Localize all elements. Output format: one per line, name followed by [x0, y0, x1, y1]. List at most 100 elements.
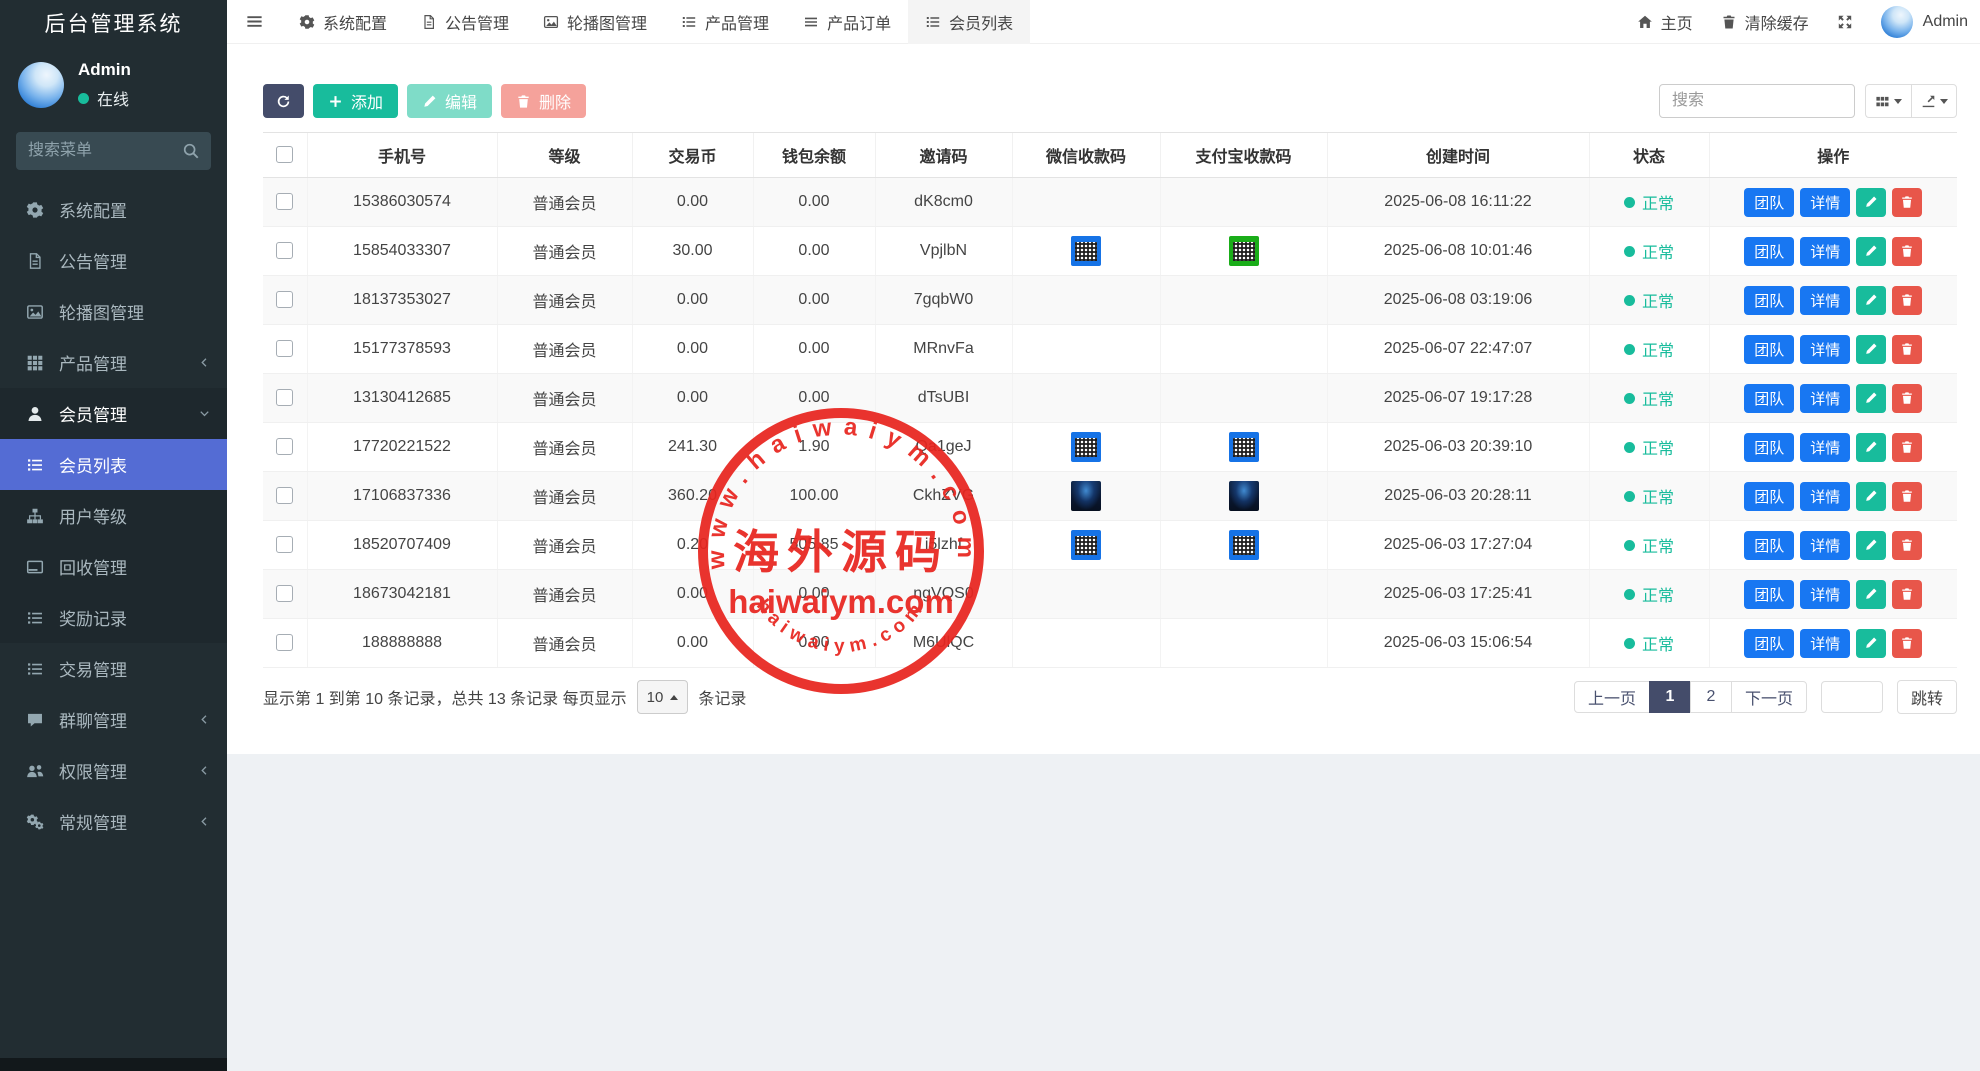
detail-button[interactable]: 详情 — [1800, 580, 1850, 609]
sidebar-item-user-level[interactable]: 用户等级 — [0, 490, 227, 541]
team-button[interactable]: 团队 — [1744, 384, 1794, 413]
page-size-dropdown[interactable]: 10 — [637, 680, 689, 714]
row-checkbox[interactable] — [276, 242, 293, 259]
edit-row-button[interactable] — [1856, 286, 1886, 315]
edit-row-button[interactable] — [1856, 433, 1886, 462]
row-checkbox[interactable] — [276, 340, 293, 357]
detail-button[interactable]: 详情 — [1800, 482, 1850, 511]
page-jump-input[interactable] — [1821, 681, 1883, 713]
edit-row-button[interactable] — [1856, 531, 1886, 560]
page-jump-button[interactable]: 跳转 — [1897, 680, 1957, 714]
hamburger-icon[interactable] — [227, 0, 282, 43]
edit-row-button[interactable] — [1856, 237, 1886, 266]
sidebar-item-banner[interactable]: 轮播图管理 — [0, 286, 227, 337]
detail-button[interactable]: 详情 — [1800, 335, 1850, 364]
detail-button[interactable]: 详情 — [1800, 531, 1850, 560]
wechat-qr-thumbnail[interactable] — [1071, 530, 1101, 560]
tab-product-order[interactable]: 产品订单 — [786, 0, 908, 44]
detail-button[interactable]: 详情 — [1800, 188, 1850, 217]
row-checkbox[interactable] — [276, 193, 293, 210]
edit-row-button[interactable] — [1856, 580, 1886, 609]
edit-button[interactable]: 编辑 — [407, 84, 492, 118]
edit-row-button[interactable] — [1856, 384, 1886, 413]
page-button-2[interactable]: 2 — [1690, 681, 1732, 713]
sidebar-item-permission[interactable]: 权限管理 — [0, 745, 227, 796]
detail-button[interactable]: 详情 — [1800, 286, 1850, 315]
sidebar-item-group-chat[interactable]: 群聊管理 — [0, 694, 227, 745]
delete-row-button[interactable] — [1892, 286, 1922, 315]
alipay-qr-thumbnail[interactable] — [1229, 432, 1259, 462]
edit-row-button[interactable] — [1856, 629, 1886, 658]
sidebar-item-system-config[interactable]: 系统配置 — [0, 184, 227, 235]
sidebar-item-member[interactable]: 会员管理 — [0, 388, 227, 439]
delete-row-button[interactable] — [1892, 335, 1922, 364]
refresh-button[interactable] — [263, 84, 304, 118]
team-button[interactable]: 团队 — [1744, 629, 1794, 658]
columns-dropdown-button[interactable] — [1865, 84, 1911, 118]
sidebar-item-label: 系统配置 — [59, 197, 127, 222]
sidebar-item-member-list[interactable]: 会员列表 — [0, 439, 227, 490]
topbar-user[interactable]: Admin — [1881, 6, 1968, 38]
team-button[interactable]: 团队 — [1744, 188, 1794, 217]
delete-row-button[interactable] — [1892, 531, 1922, 560]
table-search-input[interactable] — [1659, 84, 1855, 118]
cell-level: 普通会员 — [497, 423, 632, 472]
alipay-qr-thumbnail[interactable] — [1229, 481, 1259, 511]
row-checkbox[interactable] — [276, 634, 293, 651]
team-button[interactable]: 团队 — [1744, 335, 1794, 364]
delete-row-button[interactable] — [1892, 580, 1922, 609]
user-name: Admin — [78, 60, 131, 80]
delete-button[interactable]: 删除 — [501, 84, 586, 118]
edit-row-button[interactable] — [1856, 335, 1886, 364]
wechat-qr-thumbnail[interactable] — [1071, 236, 1101, 266]
delete-row-button[interactable] — [1892, 482, 1922, 511]
sidebar-item-reward-log[interactable]: 奖励记录 — [0, 592, 227, 643]
delete-row-button[interactable] — [1892, 237, 1922, 266]
sidebar-item-product[interactable]: 产品管理 — [0, 337, 227, 388]
row-checkbox[interactable] — [276, 389, 293, 406]
sidebar-item-announcement[interactable]: 公告管理 — [0, 235, 227, 286]
team-button[interactable]: 团队 — [1744, 286, 1794, 315]
home-link[interactable]: 主页 — [1637, 10, 1693, 34]
row-checkbox[interactable] — [276, 487, 293, 504]
delete-row-button[interactable] — [1892, 188, 1922, 217]
tab-product[interactable]: 产品管理 — [664, 0, 786, 44]
team-button[interactable]: 团队 — [1744, 482, 1794, 511]
detail-button[interactable]: 详情 — [1800, 433, 1850, 462]
sidebar-item-recycle[interactable]: 回收管理 — [0, 541, 227, 592]
team-button[interactable]: 团队 — [1744, 237, 1794, 266]
add-button[interactable]: 添加 — [313, 84, 398, 118]
tab-system-config[interactable]: 系统配置 — [282, 0, 404, 44]
row-checkbox[interactable] — [276, 585, 293, 602]
team-button[interactable]: 团队 — [1744, 580, 1794, 609]
fullscreen-button[interactable] — [1837, 14, 1853, 30]
row-checkbox[interactable] — [276, 291, 293, 308]
sidebar-item-trade[interactable]: 交易管理 — [0, 643, 227, 694]
tab-announcement[interactable]: 公告管理 — [404, 0, 526, 44]
wechat-qr-thumbnail[interactable] — [1071, 432, 1101, 462]
row-checkbox[interactable] — [276, 536, 293, 553]
delete-row-button[interactable] — [1892, 433, 1922, 462]
tab-banner[interactable]: 轮播图管理 — [526, 0, 664, 44]
team-button[interactable]: 团队 — [1744, 531, 1794, 560]
next-page-button[interactable]: 下一页 — [1731, 681, 1807, 713]
row-checkbox[interactable] — [276, 438, 293, 455]
alipay-qr-thumbnail[interactable] — [1229, 236, 1259, 266]
detail-button[interactable]: 详情 — [1800, 237, 1850, 266]
delete-row-button[interactable] — [1892, 384, 1922, 413]
page-button-1[interactable]: 1 — [1649, 681, 1691, 713]
edit-row-button[interactable] — [1856, 188, 1886, 217]
tab-member-list[interactable]: 会员列表 — [908, 0, 1030, 44]
alipay-qr-thumbnail[interactable] — [1229, 530, 1259, 560]
delete-row-button[interactable] — [1892, 629, 1922, 658]
edit-row-button[interactable] — [1856, 482, 1886, 511]
export-dropdown-button[interactable] — [1911, 84, 1957, 118]
wechat-qr-thumbnail[interactable] — [1071, 481, 1101, 511]
detail-button[interactable]: 详情 — [1800, 384, 1850, 413]
sidebar-item-general[interactable]: 常规管理 — [0, 796, 227, 847]
detail-button[interactable]: 详情 — [1800, 629, 1850, 658]
prev-page-button[interactable]: 上一页 — [1574, 681, 1650, 713]
select-all-checkbox[interactable] — [276, 146, 293, 163]
clear-cache-link[interactable]: 清除缓存 — [1721, 10, 1809, 34]
team-button[interactable]: 团队 — [1744, 433, 1794, 462]
